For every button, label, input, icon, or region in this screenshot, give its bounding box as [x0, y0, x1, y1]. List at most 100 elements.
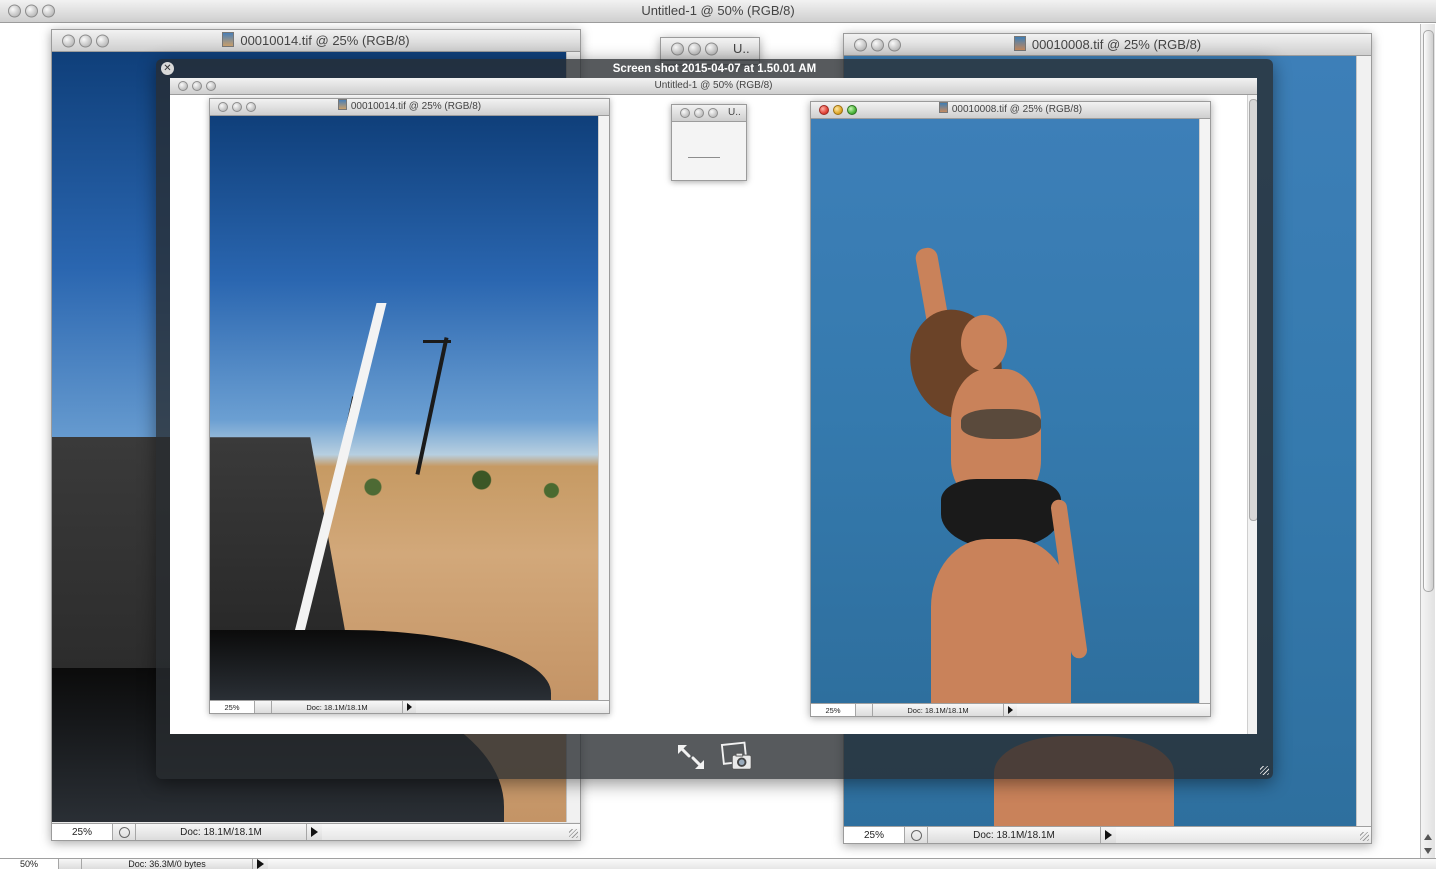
- left-doc-status-icon[interactable]: [113, 824, 136, 840]
- minimize-button[interactable]: [871, 38, 884, 51]
- telephone-pole: [415, 337, 449, 475]
- minimize-button[interactable]: [688, 42, 701, 56]
- left-doc-horizontal-scrollbar[interactable]: [322, 824, 580, 840]
- zoom-button[interactable]: [888, 38, 901, 51]
- right-doc-status-menu-arrow-icon[interactable]: [1105, 830, 1112, 840]
- main-scrollbar-thumb[interactable]: [1423, 30, 1434, 592]
- preview-right-doc-statusbar: 25% Doc: 18.1M/18.1M: [811, 703, 1210, 716]
- right-doc-window-controls: [854, 38, 901, 51]
- preview-beach-photo: [811, 119, 1199, 703]
- left-doc-window-controls: [62, 34, 109, 47]
- document-icon: [1013, 36, 1026, 51]
- preview-left-hscrollbar: [416, 701, 609, 713]
- resize-grip-icon[interactable]: [1360, 832, 1369, 841]
- preview-small-title: U..: [728, 107, 741, 118]
- camera-icon: [720, 741, 752, 770]
- quicklook-preview: Untitled-1 @ 50% (RGB/8) 00010014.tif @ …: [170, 78, 1257, 734]
- main-window-controls: [8, 4, 55, 18]
- zoom-button[interactable]: [42, 4, 55, 18]
- right-doc-zoom-field[interactable]: 25%: [844, 827, 905, 843]
- resize-grip-icon[interactable]: [1260, 766, 1269, 775]
- left-doc-zoom-field[interactable]: 25%: [52, 824, 113, 840]
- small-window-controls: [671, 42, 718, 56]
- preview-small-window: U..: [671, 104, 747, 181]
- preview-right-hscrollbar: [1017, 704, 1210, 716]
- preview-minimize-button: [232, 102, 242, 112]
- document-icon: [938, 102, 948, 113]
- preview-left-doc-window: 00010014.tif @ 25% (RGB/8) 25% Doc: 18.1…: [209, 98, 610, 714]
- right-doc-info: Doc: 18.1M/18.1M: [928, 827, 1101, 843]
- preview-right-status-icon: [856, 704, 873, 716]
- preview-right-doc-title: 00010008.tif @ 25% (RGB/8): [951, 104, 1083, 115]
- figure-head: [961, 315, 1007, 371]
- preview-right-doc-controls: [819, 105, 857, 115]
- preview-small-titlebar: U..: [672, 105, 746, 122]
- resize-grip-icon[interactable]: [569, 829, 578, 838]
- add-to-iphoto-button[interactable]: [720, 741, 754, 773]
- quicklook-panel[interactable]: ✕ Screen shot 2015-04-07 at 1.50.01 AM U…: [156, 59, 1273, 779]
- right-doc-horizontal-scrollbar[interactable]: [1116, 827, 1371, 843]
- close-button[interactable]: [671, 42, 684, 56]
- preview-road-photo: [210, 116, 598, 700]
- right-doc-title: 00010008.tif @ 25% (RGB/8): [1031, 37, 1202, 52]
- right-doc-vertical-scrollbar[interactable]: [1356, 56, 1371, 828]
- zoom-button[interactable]: [96, 34, 109, 47]
- preview-right-doc-titlebar: 00010008.tif @ 25% (RGB/8): [811, 102, 1210, 119]
- zoom-button[interactable]: [705, 42, 718, 56]
- expand-arrows-icon: [678, 745, 704, 769]
- preview-left-doc-title: 00010014.tif @ 25% (RGB/8): [350, 101, 482, 112]
- pole-crossbar: [423, 340, 451, 343]
- preview-main-titlebar: Untitled-1 @ 50% (RGB/8): [170, 78, 1257, 95]
- close-button[interactable]: [8, 4, 21, 18]
- preview-left-status-icon: [255, 701, 272, 713]
- preview-left-doc-titlebar: 00010014.tif @ 25% (RGB/8): [210, 99, 609, 116]
- preview-small-divider: [688, 157, 720, 158]
- scroll-up-arrow-icon[interactable]: [1424, 834, 1432, 840]
- left-doc-info: Doc: 18.1M/18.1M: [136, 824, 307, 840]
- small-window-title: U..: [733, 41, 750, 56]
- preview-zoom-button: [206, 81, 216, 91]
- preview-main-title: Untitled-1 @ 50% (RGB/8): [654, 80, 773, 91]
- document-icon: [222, 32, 235, 47]
- preview-zoom-button: [847, 105, 857, 115]
- fullscreen-button[interactable]: [674, 741, 708, 773]
- preview-right-status-arrow-icon: [1008, 706, 1013, 714]
- right-doc-statusbar: 25% Doc: 18.1M/18.1M: [844, 826, 1371, 843]
- close-button[interactable]: [854, 38, 867, 51]
- minimize-button[interactable]: [79, 34, 92, 47]
- left-doc-statusbar: 25% Doc: 18.1M/18.1M: [52, 823, 580, 840]
- preview-right-zoom-field: 25%: [811, 704, 856, 716]
- figure-legs: [931, 539, 1071, 703]
- preview-vertical-scrollbar: [1247, 95, 1257, 734]
- preview-left-doc-scrollbar: [598, 116, 609, 700]
- close-button[interactable]: [62, 34, 75, 47]
- left-doc-title: 00010014.tif @ 25% (RGB/8): [240, 33, 410, 48]
- preview-right-doc-window: 00010008.tif @ 25% (RGB/8) 25% Doc: 18.1…: [810, 101, 1211, 717]
- left-doc-titlebar[interactable]: 00010014.tif @ 25% (RGB/8): [52, 30, 580, 52]
- small-window-titlebar[interactable]: U..: [661, 38, 759, 61]
- preview-left-doc-controls: [218, 102, 256, 112]
- preview-close-button: [178, 81, 188, 91]
- main-window-title: Untitled-1 @ 50% (RGB/8): [641, 3, 795, 18]
- preview-zoom-button: [708, 108, 718, 118]
- preview-minimize-button: [694, 108, 704, 118]
- left-doc-status-menu-arrow-icon[interactable]: [311, 827, 318, 837]
- car-door: [210, 629, 552, 700]
- preview-close-button: [680, 108, 690, 118]
- document-icon: [337, 99, 347, 110]
- scroll-down-arrow-icon[interactable]: [1424, 848, 1432, 854]
- preview-minimize-button: [833, 105, 843, 115]
- preview-left-zoom-field: 25%: [210, 701, 255, 713]
- right-doc-status-icon[interactable]: [905, 827, 928, 843]
- preview-left-doc-info: Doc: 18.1M/18.1M: [272, 701, 403, 713]
- main-vertical-scrollbar[interactable]: [1420, 24, 1435, 860]
- main-statusbar: 50% Doc: 36.3M/0 bytes: [0, 858, 1436, 869]
- preview-small-controls: [680, 108, 718, 118]
- preview-close-button: [218, 102, 228, 112]
- minimize-button[interactable]: [25, 4, 38, 18]
- preview-zoom-button: [246, 102, 256, 112]
- right-doc-titlebar[interactable]: 00010008.tif @ 25% (RGB/8): [844, 34, 1371, 56]
- preview-close-button: [819, 105, 829, 115]
- main-titlebar[interactable]: Untitled-1 @ 50% (RGB/8): [0, 0, 1436, 23]
- quicklook-title: Screen shot 2015-04-07 at 1.50.01 AM: [612, 63, 817, 75]
